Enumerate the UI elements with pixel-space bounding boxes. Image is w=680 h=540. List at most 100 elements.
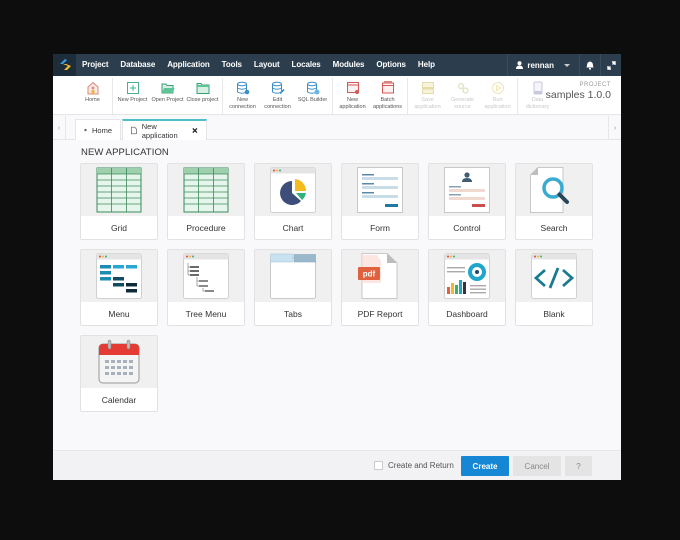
card-label: PDF Report: [357, 309, 403, 319]
card-calendar[interactable]: Calendar: [80, 335, 158, 412]
tab-home[interactable]: Home: [75, 119, 121, 140]
new-project-button[interactable]: New Project: [115, 78, 150, 114]
card-grid[interactable]: Grid: [80, 163, 158, 240]
create-and-return-label[interactable]: Create and Return: [388, 461, 454, 470]
menu-modules[interactable]: Modules: [327, 54, 371, 76]
top-nav: Project Database Application Tools Layou…: [53, 54, 621, 76]
card-label: Procedure: [186, 223, 226, 233]
edit-connection-button[interactable]: Edit connection: [260, 78, 295, 114]
sql-builder-button[interactable]: SQL Builder: [295, 78, 330, 114]
card-label: Form: [370, 223, 390, 233]
card-blank[interactable]: Blank: [515, 249, 593, 326]
home-icon: [84, 128, 87, 132]
run-application-button[interactable]: Run application: [480, 78, 515, 114]
toolbar-group-project: New Project Open Project Close project: [113, 78, 223, 114]
chevron-down-icon: [564, 63, 570, 67]
calendar-icon: [98, 339, 140, 384]
card-form[interactable]: Form: [341, 163, 419, 240]
svg-text:pdf: pdf: [363, 270, 376, 279]
card-tree-menu[interactable]: Tree Menu: [167, 249, 245, 326]
menu-layout[interactable]: Layout: [248, 54, 286, 76]
tab-home-label: Home: [91, 125, 112, 135]
menu-application[interactable]: Application: [161, 54, 215, 76]
create-button[interactable]: Create: [461, 456, 509, 476]
menu-locales[interactable]: Locales: [286, 54, 327, 76]
card-control[interactable]: Control: [428, 163, 506, 240]
create-and-return-checkbox[interactable]: [374, 461, 383, 470]
generate-source-button[interactable]: Generate source: [445, 78, 480, 114]
folder-open-icon: [161, 83, 174, 94]
dictionary-icon: [533, 81, 542, 95]
card-pdf-report[interactable]: pdf PDF Report: [341, 249, 419, 326]
app-batch-icon: [381, 81, 394, 94]
open-project-label: Open Project: [151, 97, 184, 103]
home-button[interactable]: Home: [75, 78, 110, 114]
menu-help[interactable]: Help: [412, 54, 441, 76]
tab-new-application[interactable]: New application: [122, 119, 207, 140]
menu-database[interactable]: Database: [114, 54, 161, 76]
card-chart[interactable]: Chart: [254, 163, 332, 240]
menu-project[interactable]: Project: [76, 54, 114, 76]
new-project-icon: [126, 82, 139, 94]
bell-icon: [586, 61, 594, 70]
app-new-icon: [346, 82, 359, 94]
username: rennan: [527, 60, 554, 70]
edit-connection-label: Edit connection: [264, 97, 291, 110]
pdf-icon: pdf: [358, 253, 398, 299]
new-connection-label: New connection: [229, 97, 256, 110]
help-button[interactable]: ?: [565, 456, 592, 476]
fullscreen-button[interactable]: [600, 54, 621, 76]
chevron-left-icon: ‹: [57, 124, 61, 132]
save-application-button[interactable]: Save application: [410, 78, 445, 114]
menu-options[interactable]: Options: [370, 54, 412, 76]
cancel-button[interactable]: Cancel: [513, 456, 561, 476]
new-project-label: New Project: [117, 97, 148, 103]
file-icon: [131, 126, 137, 135]
chevron-right-icon: ›: [613, 124, 617, 132]
logo-icon: [59, 59, 71, 70]
save-icon: [421, 82, 434, 94]
card-label: Grid: [110, 223, 128, 233]
code-icon: [531, 253, 577, 299]
user-menu[interactable]: rennan: [507, 54, 579, 76]
menu-tools[interactable]: Tools: [216, 54, 248, 76]
open-project-button[interactable]: Open Project: [150, 78, 185, 114]
card-procedure[interactable]: Procedure: [167, 163, 245, 240]
dashboard-icon: [444, 253, 490, 299]
toolbar-group-connection: New connection Edit connection SQL Build…: [223, 78, 333, 114]
app-window: Project Database Application Tools Layou…: [53, 54, 621, 480]
card-label: Blank: [543, 309, 565, 319]
tab-bar: ‹ Home New application ›: [53, 116, 621, 140]
control-icon: [444, 167, 490, 213]
project-label: PROJECT: [579, 82, 611, 88]
new-application-button[interactable]: New application: [335, 78, 370, 114]
card-search[interactable]: Search: [515, 163, 593, 240]
notifications-button[interactable]: [579, 54, 600, 76]
sql-builder-label: SQL Builder: [297, 97, 328, 103]
tabs-icon: [270, 253, 316, 299]
card-dashboard[interactable]: Dashboard: [428, 249, 506, 326]
logo[interactable]: [53, 54, 76, 76]
chart-icon: [270, 167, 316, 213]
procedure-icon: [183, 167, 229, 213]
card-tabs[interactable]: Tabs: [254, 249, 332, 326]
toolbar-group-build: Save application Generate source Run app…: [408, 78, 518, 114]
close-icon[interactable]: [192, 127, 198, 134]
new-connection-button[interactable]: New connection: [225, 78, 260, 114]
card-menu[interactable]: Menu: [80, 249, 158, 326]
database-add-icon: [236, 81, 249, 95]
home-label: Home: [85, 97, 100, 103]
close-project-label: Close project: [186, 97, 219, 103]
gears-icon: [457, 82, 469, 94]
search-icon: [530, 167, 569, 213]
close-project-button[interactable]: Close project: [185, 78, 220, 114]
batch-applications-button[interactable]: Batch applications: [370, 78, 405, 114]
card-label: Chart: [282, 223, 304, 233]
tabs-scroll-left[interactable]: ‹: [53, 116, 66, 140]
toolbar-group-application: New application Batch applications: [333, 78, 408, 114]
expand-icon: [606, 60, 616, 70]
run-application-label: Run application: [484, 97, 511, 110]
card-label: Menu: [108, 309, 130, 319]
tabs-scroll-right[interactable]: ›: [608, 116, 621, 140]
card-label: Dashboard: [446, 309, 488, 319]
